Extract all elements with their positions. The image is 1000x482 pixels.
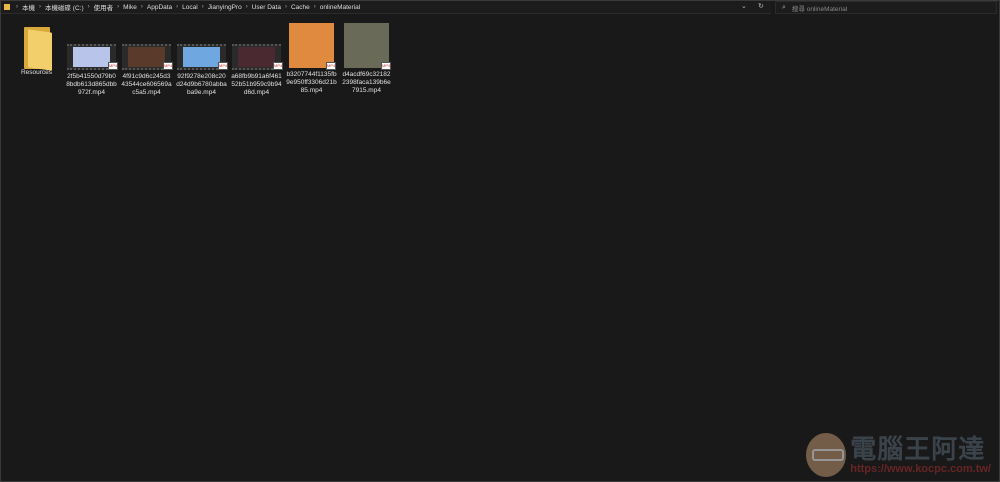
file-name: b3207744f1135fb9e950ff3306d21b85.mp4 <box>286 71 337 94</box>
breadcrumb-item[interactable]: AppData <box>147 4 172 11</box>
chevron-down-icon[interactable]: ⌄ <box>741 2 747 10</box>
breadcrumb-item[interactable]: 使用者 <box>94 2 114 12</box>
refresh-icon[interactable]: ↻ <box>758 2 764 10</box>
chevron-right-icon[interactable]: › <box>141 4 143 10</box>
chevron-right-icon[interactable]: › <box>88 4 90 10</box>
breadcrumb-item[interactable]: Local <box>182 4 198 11</box>
breadcrumb: › 本機 › 本機磁碟 (C:) › 使用者 › Mike › AppData › Local › Jia… <box>12 2 360 13</box>
file-item[interactable]: MP4 4f91c9d6c245d343544ce606569ac5a5.mp4 <box>119 21 174 97</box>
folder-item[interactable]: Resources <box>9 21 64 77</box>
chevron-right-icon[interactable]: › <box>39 4 41 10</box>
breadcrumb-item[interactable]: User Data <box>252 4 281 11</box>
chevron-right-icon[interactable]: › <box>285 4 287 10</box>
media-badge-icon: MP4 <box>108 62 118 70</box>
chevron-right-icon[interactable]: › <box>117 4 119 10</box>
video-thumbnail: MP4 <box>122 44 173 70</box>
file-name: 4f91c9d6c245d343544ce606569ac5a5.mp4 <box>121 73 172 96</box>
chevron-right-icon[interactable]: › <box>246 4 248 10</box>
top-bar: › 本機 › 本機磁碟 (C:) › 使用者 › Mike › AppData › Local › Jia… <box>1 1 1000 14</box>
media-badge-icon: MP4 <box>381 62 391 70</box>
address-bar[interactable]: › 本機 › 本機磁碟 (C:) › 使用者 › Mike › AppData › Local › Jia… <box>1 1 771 14</box>
video-thumbnail: MP4 <box>289 23 336 70</box>
file-item[interactable]: MP4 d4acdf69c321822398faca139b6e7915.mp4 <box>339 21 394 95</box>
file-name: d4acdf69c321822398faca139b6e7915.mp4 <box>342 71 391 94</box>
search-icon: ⌕ <box>782 3 786 11</box>
breadcrumb-item[interactable]: Cache <box>291 4 310 11</box>
file-name: a68fb9b91a6f46152b51b959c9b94d6d.mp4 <box>231 73 282 96</box>
chevron-right-icon[interactable]: › <box>176 4 178 10</box>
folder-icon <box>4 4 10 10</box>
breadcrumb-item[interactable]: Mike <box>123 4 137 11</box>
video-thumbnail: MP4 <box>232 44 283 70</box>
breadcrumb-item[interactable]: 本機磁碟 (C:) <box>45 2 84 12</box>
breadcrumb-item[interactable]: onlineMaterial <box>320 4 360 11</box>
file-item[interactable]: MP4 92f9278e208c20d24d9b6780abbaba9e.mp4 <box>174 21 229 97</box>
chevron-right-icon[interactable]: › <box>314 4 316 10</box>
media-badge-icon: MP4 <box>163 62 173 70</box>
file-name: 92f9278e208c20d24d9b6780abbaba9e.mp4 <box>176 73 227 96</box>
video-thumbnail: MP4 <box>177 44 228 70</box>
breadcrumb-item[interactable]: JianyingPro <box>208 4 242 11</box>
media-badge-icon: MP4 <box>273 62 283 70</box>
folder-icon <box>22 27 52 71</box>
chevron-right-icon[interactable]: › <box>16 4 18 10</box>
search-input[interactable]: ⌕ 搜尋 onlineMaterial <box>775 1 997 14</box>
file-item[interactable]: MP4 a68fb9b91a6f46152b51b959c9b94d6d.mp4 <box>229 21 284 97</box>
video-thumbnail: MP4 <box>67 44 118 70</box>
watermark-url: https://www.kocpc.com.tw/ <box>850 463 991 475</box>
file-item[interactable]: MP4 b3207744f1135fb9e950ff3306d21b85.mp4 <box>284 21 339 95</box>
file-name: 2f5b41550d79b08bdb613d865dbb972f.mp4 <box>66 73 117 96</box>
chevron-right-icon[interactable]: › <box>202 4 204 10</box>
mascot-icon <box>806 433 847 477</box>
file-name: Resources <box>20 69 53 76</box>
breadcrumb-item[interactable]: 本機 <box>22 2 35 12</box>
search-placeholder: 搜尋 onlineMaterial <box>791 5 848 13</box>
watermark-title: 電腦王阿達 <box>850 434 986 464</box>
video-thumbnail: MP4 <box>344 23 391 70</box>
media-badge-icon: MP4 <box>218 62 228 70</box>
file-item[interactable]: MP4 2f5b41550d79b08bdb613d865dbb972f.mp4 <box>64 21 119 97</box>
media-badge-icon: MP4 <box>326 62 336 70</box>
watermark: 電腦王阿達 https://www.kocpc.com.tw/ <box>806 433 991 477</box>
